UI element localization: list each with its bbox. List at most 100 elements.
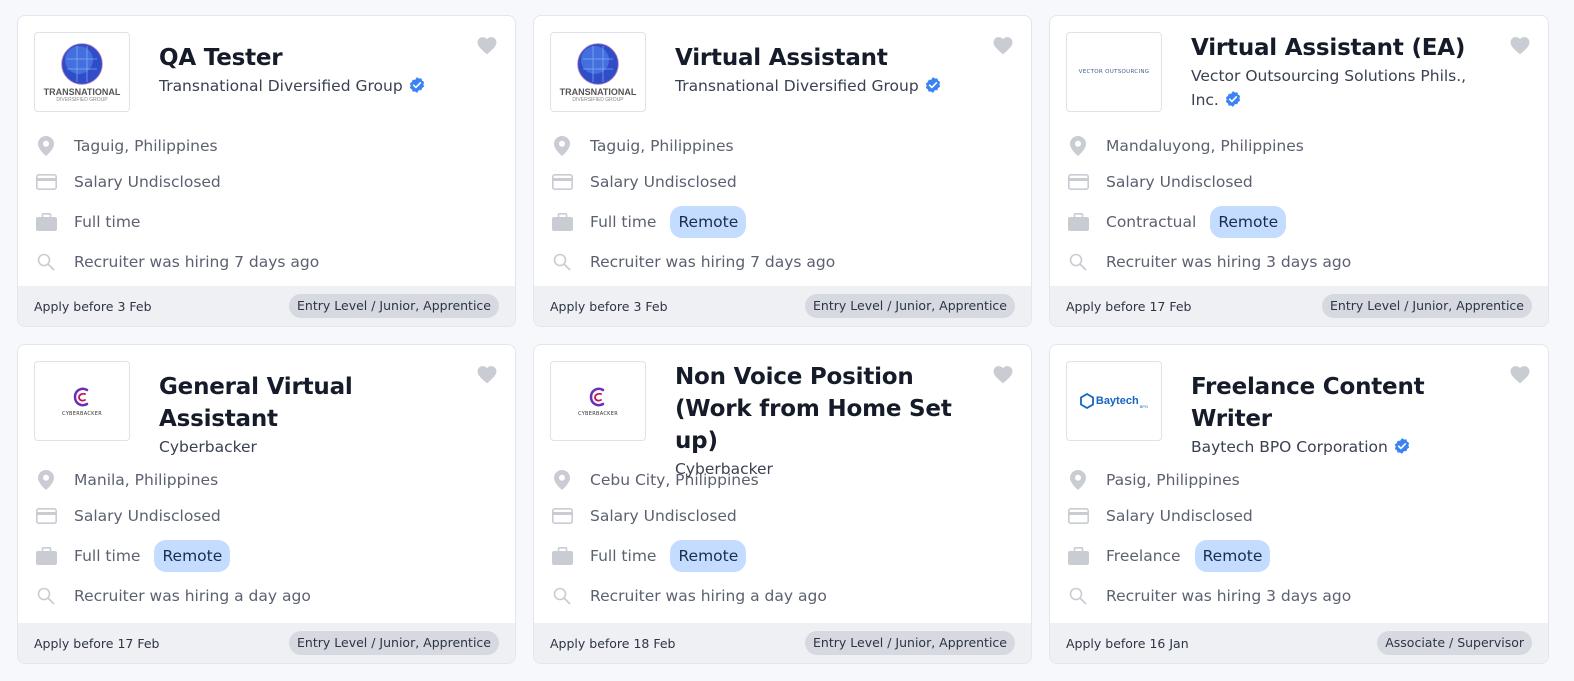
job-type-row: Full time [35, 200, 515, 244]
job-type-text: Freelance [1106, 547, 1181, 565]
job-meta: Cebu City, Philippines Salary Undisclose… [534, 462, 1031, 623]
job-card[interactable]: TRANSNATIONAL DIVERSIFIED GROUP QA Tester… [17, 15, 516, 327]
company-logo[interactable]: CYBERBACKER [34, 361, 130, 441]
job-title[interactable]: Virtual Assistant (EA) [1191, 32, 1494, 64]
job-meta: Manila, Philippines Salary Undisclosed F… [18, 462, 515, 623]
salary-row: Salary Undisclosed [1067, 498, 1548, 534]
job-title[interactable]: General Virtual Assistant [159, 371, 461, 435]
location-pin-icon [551, 135, 573, 157]
logo-wordmark: TRANSNATIONAL [559, 87, 637, 97]
remote-badge: Remote [1210, 206, 1287, 238]
salary-row: Salary Undisclosed [35, 498, 515, 534]
verified-badge-icon [1225, 91, 1240, 107]
job-card[interactable]: TRANSNATIONAL DIVERSIFIED GROUP Virtual A… [533, 15, 1032, 327]
job-card[interactable]: CYBERBACKER General Virtual Assistant Cy… [17, 344, 516, 664]
heart-icon[interactable] [1509, 364, 1531, 384]
hiring-row: Recruiter was hiring 7 days ago [35, 244, 515, 280]
logo-wordmark: TRANSNATIONAL [43, 87, 121, 97]
level-badge: Entry Level / Junior, Apprentice [805, 631, 1015, 655]
credit-card-icon [35, 171, 57, 193]
job-title-block: QA Tester Transnational Diversified Grou… [159, 42, 461, 98]
verified-badge-icon [925, 77, 940, 93]
job-title[interactable]: QA Tester [159, 42, 461, 74]
hiring-text: Recruiter was hiring 3 days ago [1106, 587, 1352, 605]
job-title[interactable]: Virtual Assistant [675, 42, 977, 74]
job-title[interactable]: Non Voice Position (Work from Home Set u… [675, 361, 977, 457]
job-card-header: CYBERBACKER General Virtual Assistant Cy… [18, 345, 515, 462]
job-type-text: Full time [590, 213, 657, 231]
salary-text: Salary Undisclosed [1106, 173, 1253, 191]
job-card-footer: Apply before 17 Feb Entry Level / Junior… [1050, 286, 1548, 326]
job-type-row: Full time Remote [551, 200, 1031, 244]
job-card-header: VECTOR OUTSOURCING Virtual Assistant (EA… [1050, 16, 1548, 128]
heart-icon[interactable] [992, 364, 1014, 384]
logo-subtext: BPO [1139, 404, 1149, 409]
cyberbacker-logo-icon [589, 387, 605, 407]
company-name[interactable]: Transnational Diversified Group [675, 74, 977, 98]
salary-text: Salary Undisclosed [590, 507, 737, 525]
search-icon [1067, 585, 1089, 607]
credit-card-icon [1067, 171, 1089, 193]
briefcase-icon [35, 211, 57, 233]
job-card-footer: Apply before 18 Feb Entry Level / Junior… [534, 623, 1031, 663]
location-pin-icon [1067, 469, 1089, 491]
search-icon [35, 251, 57, 273]
job-type-text: Full time [74, 547, 141, 565]
hiring-row: Recruiter was hiring a day ago [551, 578, 1031, 614]
briefcase-icon [551, 545, 573, 567]
salary-text: Salary Undisclosed [1106, 507, 1253, 525]
heart-icon[interactable] [476, 35, 498, 55]
salary-text: Salary Undisclosed [74, 507, 221, 525]
job-title-block: Virtual Assistant Transnational Diversif… [675, 42, 977, 98]
hiring-row: Recruiter was hiring 3 days ago [1067, 244, 1548, 280]
briefcase-icon [1067, 211, 1089, 233]
level-badge: Entry Level / Junior, Apprentice [289, 631, 499, 655]
location-pin-icon [1067, 135, 1089, 157]
salary-text: Salary Undisclosed [74, 173, 221, 191]
company-logo[interactable]: CYBERBACKER [550, 361, 646, 441]
job-card[interactable]: CYBERBACKER Non Voice Position (Work fro… [533, 344, 1032, 664]
search-icon [1067, 251, 1089, 273]
company-logo[interactable]: TRANSNATIONAL DIVERSIFIED GROUP [550, 32, 646, 112]
job-card[interactable]: Baytech BPO Freelance Content Writer Bayt… [1049, 344, 1549, 664]
apply-deadline: Apply before 17 Feb [34, 635, 160, 651]
job-title-block: Non Voice Position (Work from Home Set u… [675, 361, 977, 481]
location-text: Mandaluyong, Philippines [1106, 137, 1304, 155]
location-row: Mandaluyong, Philippines [1067, 128, 1548, 164]
hiring-text: Recruiter was hiring 7 days ago [74, 253, 320, 271]
company-logo[interactable]: TRANSNATIONAL DIVERSIFIED GROUP [34, 32, 130, 112]
company-name[interactable]: Cyberbacker [675, 457, 977, 481]
company-logo[interactable]: VECTOR OUTSOURCING [1066, 32, 1162, 112]
job-meta: Pasig, Philippines Salary Undisclosed Fr… [1050, 462, 1548, 623]
job-title-block: Freelance Content Writer Baytech BPO Cor… [1191, 371, 1494, 459]
heart-icon[interactable] [1509, 35, 1531, 55]
level-badge: Associate / Supervisor [1377, 631, 1532, 655]
hiring-text: Recruiter was hiring 7 days ago [590, 253, 836, 271]
logo-wordmark: Baytech [1095, 395, 1139, 407]
apply-deadline: Apply before 17 Feb [1066, 298, 1192, 314]
job-meta: Mandaluyong, Philippines Salary Undisclo… [1050, 128, 1548, 286]
hiring-row: Recruiter was hiring 7 days ago [551, 244, 1031, 280]
hiring-text: Recruiter was hiring a day ago [74, 587, 311, 605]
apply-deadline: Apply before 16 Jan [1066, 635, 1189, 651]
heart-icon[interactable] [992, 35, 1014, 55]
company-name[interactable]: Transnational Diversified Group [159, 74, 461, 98]
company-name[interactable]: Vector Outsourcing Solutions Phils., Inc… [1191, 64, 1494, 112]
salary-row: Salary Undisclosed [551, 164, 1031, 200]
heart-icon[interactable] [476, 364, 498, 384]
location-row: Taguig, Philippines [551, 128, 1031, 164]
location-row: Pasig, Philippines [1067, 462, 1548, 498]
job-title-block: Virtual Assistant (EA) Vector Outsourcin… [1191, 32, 1494, 112]
cyberbacker-logo-icon [73, 387, 89, 407]
company-logo[interactable]: Baytech BPO [1066, 361, 1162, 441]
job-card[interactable]: VECTOR OUTSOURCING Virtual Assistant (EA… [1049, 15, 1549, 327]
job-card-footer: Apply before 17 Feb Entry Level / Junior… [18, 623, 515, 663]
credit-card-icon [35, 505, 57, 527]
location-pin-icon [35, 469, 57, 491]
company-name[interactable]: Cyberbacker [159, 435, 461, 459]
hiring-row: Recruiter was hiring 3 days ago [1067, 578, 1548, 614]
job-title[interactable]: Freelance Content Writer [1191, 371, 1494, 435]
company-name[interactable]: Baytech BPO Corporation [1191, 435, 1494, 459]
job-card-header: CYBERBACKER Non Voice Position (Work fro… [534, 345, 1031, 478]
job-card-header: TRANSNATIONAL DIVERSIFIED GROUP QA Tester… [18, 16, 515, 128]
